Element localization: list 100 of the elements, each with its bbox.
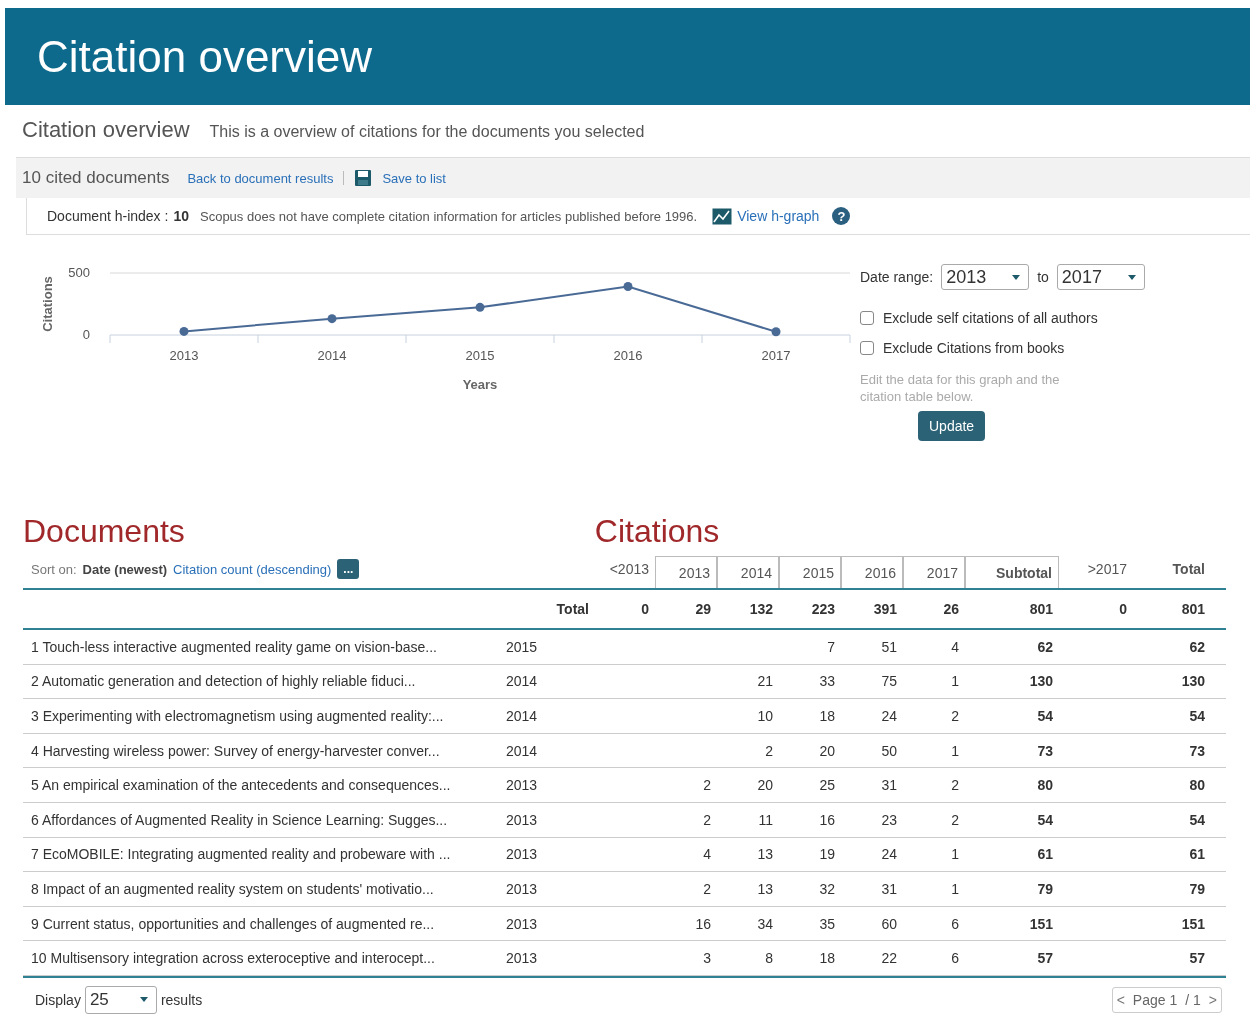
to-year-select[interactable]: 2017 xyxy=(1056,264,1145,290)
table-cell-text: 21 xyxy=(756,673,774,690)
table-cell-text: 3 xyxy=(702,950,712,967)
document-title: 9 Current status, opportunities and challenges of augmented re... xyxy=(30,915,436,932)
table-cell-text: 11 xyxy=(757,811,774,828)
to-label: to xyxy=(1037,269,1049,285)
page-number: Page 1 xyxy=(1131,991,1179,1008)
date-range-label: Date range: xyxy=(860,269,934,285)
checkbox-label: Exclude Citations from books xyxy=(883,340,1065,356)
save-link[interactable]: Save to list xyxy=(382,170,446,186)
totals-label: Total xyxy=(555,601,590,617)
table-cell-text: 79 xyxy=(1036,880,1054,897)
table-cell-text: 26 xyxy=(942,601,960,617)
document-count: 10 cited documents xyxy=(22,168,170,188)
column-header: >2017 xyxy=(1086,560,1128,579)
table-cell-text: 4 xyxy=(950,638,960,655)
section-subtitle: This is a overview of citations for the documents you selected xyxy=(209,123,645,141)
table-cell-text: 2 xyxy=(702,777,712,794)
y-axis-title: Citations xyxy=(40,276,55,332)
table-cell-text: 16 xyxy=(818,811,836,828)
document-title: 5 An empirical examination of the antecedents and consequences... xyxy=(30,777,452,794)
table-cell-text: 61 xyxy=(1188,846,1206,863)
x-tick-label: 2014 xyxy=(317,348,347,363)
table-cell-text: 1 xyxy=(950,880,960,897)
info-note: Scopus does not have complete citation information for articles published before 1996. xyxy=(200,208,698,224)
data-point xyxy=(475,302,485,312)
table-cell-text: 2013 xyxy=(505,950,539,967)
table-cell-text: 2013 xyxy=(505,811,539,828)
table-cell-text: 151 xyxy=(1028,915,1054,932)
table-cell-text: 13 xyxy=(756,846,774,863)
table-cell-text: 33 xyxy=(818,673,836,690)
table-cell-text: 20 xyxy=(818,742,836,759)
table-cell-text: 13 xyxy=(756,880,774,897)
table-cell-text: 20 xyxy=(756,777,774,794)
table-cell-text: 132 xyxy=(748,601,774,617)
data-point xyxy=(179,326,189,336)
document-title: 2 Automatic generation and detection of highly reliable fiduci... xyxy=(30,673,417,690)
table-cell-text: 1 xyxy=(950,846,960,863)
table-cell-text: 151 xyxy=(1180,915,1206,932)
table-cell-text: 801 xyxy=(1028,601,1054,617)
x-tick-label: 2016 xyxy=(613,348,643,363)
results-label: results xyxy=(160,991,203,1008)
section-title: Citation overview xyxy=(22,117,190,143)
graph-icon[interactable] xyxy=(712,207,733,225)
table-cell-text: 1 xyxy=(950,742,960,759)
table-cell-text: 32 xyxy=(818,880,836,897)
table-cell-text: 19 xyxy=(818,846,836,863)
table-cell-text: 60 xyxy=(880,915,898,932)
table-cell-text: 2 xyxy=(950,811,960,828)
save-icon[interactable] xyxy=(354,169,373,187)
table-cell-text: 6 xyxy=(950,950,960,967)
table-cell-text: 10 xyxy=(756,708,774,724)
help-icon[interactable]: ? xyxy=(832,207,851,225)
table-cell-text: 54 xyxy=(1188,708,1206,724)
table-cell-text: 2015 xyxy=(505,638,539,655)
page-size-select[interactable]: 25 xyxy=(84,985,157,1014)
table-cell-text: 6 xyxy=(950,915,960,932)
table-cell-text: 2 xyxy=(950,708,960,724)
data-point xyxy=(327,314,337,324)
table-cell-text: 62 xyxy=(1036,638,1054,655)
sort-option[interactable]: Citation count (descending) xyxy=(173,561,332,577)
citations-heading: Citations xyxy=(594,513,720,550)
table-cell-text: 130 xyxy=(1180,673,1206,690)
table-cell-text: 2014 xyxy=(505,673,539,690)
table-cell-text: 73 xyxy=(1036,742,1054,759)
column-header: 2017 xyxy=(903,556,965,588)
back-link[interactable]: Back to document results xyxy=(187,170,334,186)
table-cell-text: 57 xyxy=(1188,950,1206,967)
more-button[interactable]: ... xyxy=(337,559,360,579)
table-cell-text: 8 xyxy=(764,950,774,967)
table-cell-text: 2014 xyxy=(505,742,539,759)
table-cell-text: 62 xyxy=(1188,638,1206,655)
checkbox[interactable] xyxy=(860,311,874,325)
sort-option[interactable]: Date (newest) xyxy=(82,561,168,577)
table-cell-text: 73 xyxy=(1188,742,1206,759)
table-cell-text: 31 xyxy=(880,777,898,794)
table-cell-text: 2013 xyxy=(505,777,539,794)
column-header: 2013 xyxy=(655,556,717,588)
table-cell-text: 80 xyxy=(1036,777,1054,794)
table-cell-text: 0 xyxy=(640,601,650,617)
document-title: 1 Touch-less interactive augmented reality game on vision-base... xyxy=(30,638,438,655)
table-cell-text: 22 xyxy=(880,950,898,967)
table-cell-text: 51 xyxy=(880,638,898,655)
from-year-select[interactable]: 2013 xyxy=(941,264,1030,290)
table-cell-text: 801 xyxy=(1180,601,1206,617)
document-title: 8 Impact of an augmented reality system on students' motivatio... xyxy=(30,880,435,897)
checkbox[interactable] xyxy=(860,341,874,355)
table-cell-text: 61 xyxy=(1036,846,1054,863)
checkbox-label: Exclude self citations of all authors xyxy=(883,310,1098,326)
page-count: / 1 xyxy=(1184,991,1202,1008)
table-cell-text: 130 xyxy=(1028,673,1054,690)
table-cell-text: 16 xyxy=(694,915,712,932)
table-cell-text: 0 xyxy=(1118,601,1128,617)
table-cell-text: 31 xyxy=(880,880,898,897)
documents-heading: Documents xyxy=(23,513,185,550)
page-title: Citation overview xyxy=(37,31,373,82)
h-graph-link[interactable]: View h-graph xyxy=(737,208,820,224)
table-cell-text: 223 xyxy=(810,601,836,617)
update-button[interactable]: Update xyxy=(918,411,986,441)
table-cell-text: 57 xyxy=(1036,950,1054,967)
